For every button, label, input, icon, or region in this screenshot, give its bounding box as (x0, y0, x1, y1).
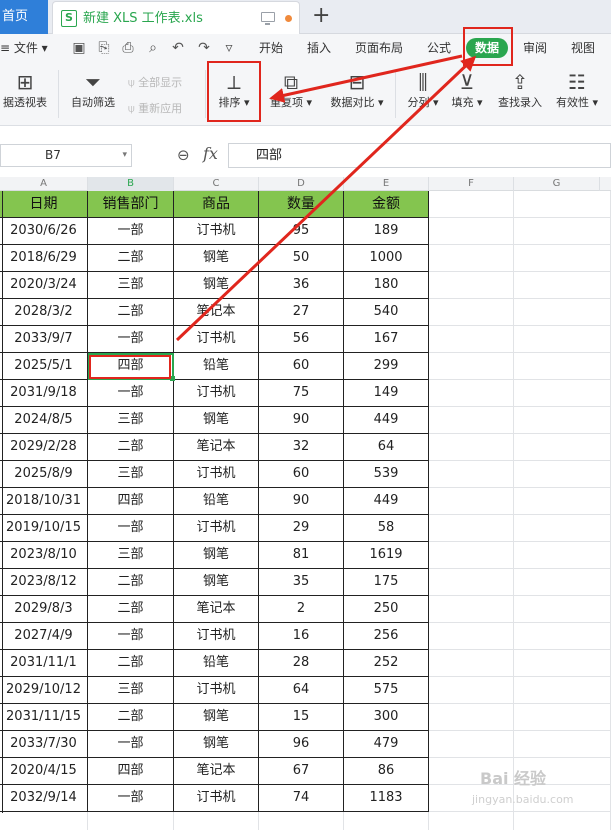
arrow-to-data-tab (175, 55, 477, 342)
watermark-logo: Bai 经验 (480, 769, 547, 788)
annotation-arrows (175, 54, 477, 342)
watermark-site: jingyan.baidu.com (472, 793, 574, 806)
arrow-to-sort (269, 54, 463, 103)
